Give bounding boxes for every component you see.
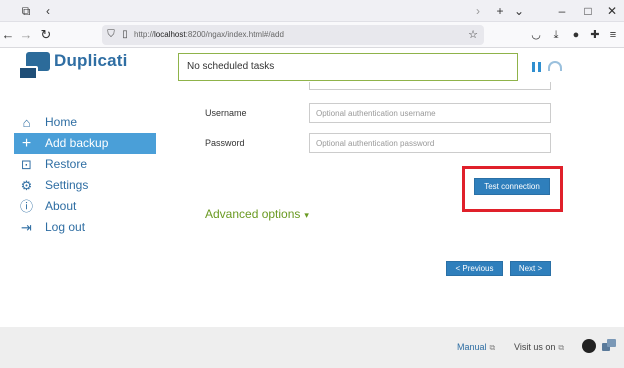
restore-icon: ⊡ <box>21 157 32 172</box>
password-label: Password <box>205 138 245 148</box>
sidebar-item-restore[interactable]: ⊡ Restore <box>14 154 156 175</box>
manual-link[interactable]: Manual ⧉ <box>457 342 495 353</box>
url-prefix: http:// <box>134 30 155 39</box>
test-connection-button[interactable]: Test connection <box>474 178 550 195</box>
duplicati-logo[interactable] <box>16 52 52 82</box>
logo-front-square <box>18 66 38 80</box>
sidebar-item-label: Restore <box>45 157 88 171</box>
sidebar-item-log-out[interactable]: ⇥ Log out <box>14 217 156 238</box>
brand-name[interactable]: Duplicati <box>54 51 128 71</box>
screens-icon[interactable] <box>602 339 616 353</box>
tab-add-icon[interactable]: + <box>492 3 508 19</box>
pause-icon[interactable] <box>532 62 542 72</box>
address-bar[interactable]: ⛉ ▯ http://localhost:8200/ngax/index.htm… <box>102 25 484 45</box>
sidebar-item-label: About <box>45 199 77 213</box>
sidebar-item-about[interactable]: ⓘ About <box>14 196 156 217</box>
url-host: localhost <box>154 30 186 39</box>
chevron-down-icon: ▾ <box>304 210 309 220</box>
tab-scroll-back-icon[interactable]: ‹ <box>40 3 56 19</box>
page-icon[interactable]: ▯ <box>118 27 132 43</box>
bookmark-star-icon[interactable]: ☆ <box>468 27 478 43</box>
info-icon: ⓘ <box>19 199 33 214</box>
sidebar-item-add-backup[interactable]: + Add backup <box>14 133 156 154</box>
password-input[interactable] <box>309 133 551 153</box>
manual-link-label: Manual <box>457 342 487 352</box>
download-icon[interactable]: ⤓ <box>548 27 564 43</box>
forward-icon[interactable]: → <box>18 27 34 43</box>
account-icon[interactable]: ● <box>568 27 584 43</box>
menu-icon[interactable]: ≡ <box>605 27 621 43</box>
sidebar-item-label: Home <box>45 115 78 129</box>
status-text: No scheduled tasks <box>187 61 275 72</box>
previous-field-bottom-edge <box>309 82 551 90</box>
advanced-options-label: Advanced options <box>205 207 301 221</box>
reload-icon[interactable]: ↻ <box>38 27 54 43</box>
sidebar-nav: ⌂ Home + Add backup ⊡ Restore ⚙ Settings… <box>14 112 156 238</box>
throttle-icon[interactable] <box>548 61 562 71</box>
username-input[interactable] <box>309 103 551 123</box>
gear-icon: ⚙ <box>20 178 33 193</box>
external-link-icon: ⧉ <box>558 343 565 352</box>
pocket-icon[interactable]: ◡ <box>528 27 544 43</box>
maximize-icon[interactable]: □ <box>580 3 596 19</box>
username-label: Username <box>205 108 247 118</box>
browser-tab-bar: ⧉ ‹ › + ⌄ – □ ✕ <box>0 0 624 22</box>
sidebar-item-label: Add backup <box>45 136 109 150</box>
sidebar-item-home[interactable]: ⌂ Home <box>14 112 156 133</box>
chevron-right-icon[interactable]: › <box>470 3 486 19</box>
browser-toolbar: ← → ↻ ⛉ ▯ http://localhost:8200/ngax/ind… <box>0 22 624 48</box>
plus-icon: + <box>21 135 32 152</box>
url-path: :8200/ngax/index.html#/add <box>185 30 284 39</box>
sidebar-item-label: Log out <box>45 220 86 234</box>
shield-icon[interactable]: ⛉ <box>104 27 118 43</box>
chevron-down-icon[interactable]: ⌄ <box>511 3 527 19</box>
minimize-icon[interactable]: – <box>554 3 570 19</box>
visit-us-on-label: Visit us on <box>514 342 556 352</box>
url-text[interactable]: http://localhost:8200/ngax/index.html#/a… <box>134 28 284 42</box>
external-link-icon: ⧉ <box>489 343 496 352</box>
close-icon[interactable]: ✕ <box>604 3 620 19</box>
visit-us-on: Visit us on ⧉ <box>514 342 564 353</box>
status-bar: No scheduled tasks <box>178 53 518 81</box>
advanced-options-toggle[interactable]: Advanced options ▾ <box>205 207 309 221</box>
next-button[interactable]: Next > <box>510 261 551 276</box>
sidebar-item-settings[interactable]: ⚙ Settings <box>14 175 156 196</box>
sidebar-item-label: Settings <box>45 178 89 192</box>
back-icon[interactable]: ← <box>0 27 16 43</box>
logout-icon: ⇥ <box>21 220 32 235</box>
tab-list-icon[interactable]: ⧉ <box>18 3 34 19</box>
extensions-icon[interactable]: ✚ <box>587 27 603 43</box>
previous-button[interactable]: < Previous <box>446 261 503 276</box>
footer: Manual ⧉ Visit us on ⧉ <box>0 327 624 368</box>
home-icon: ⌂ <box>22 115 31 130</box>
github-icon[interactable] <box>582 339 596 353</box>
